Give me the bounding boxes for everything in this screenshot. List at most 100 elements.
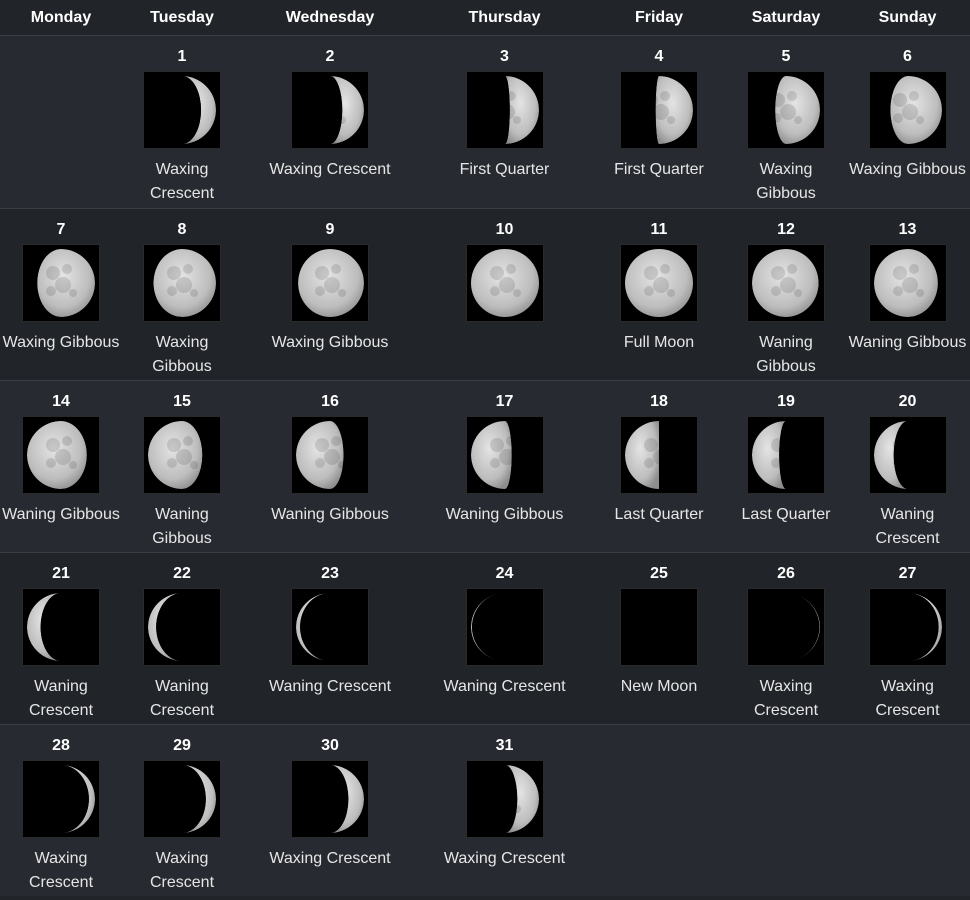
moon-lit-part [330,765,364,833]
day-cell-17: 17 Waning Gibbous [418,380,591,552]
day-cell-16: 16 Waning Gibbous [242,380,418,552]
moon-phase-image [143,760,221,838]
moon-lit-part [504,76,539,144]
moon-lit-part [27,593,61,661]
moon-phase-image [868,416,947,494]
moon-lit-part [182,765,216,833]
moon-icon [27,421,87,489]
day-number: 20 [898,393,917,410]
day-cell-27: 27 Waxing Crescent [845,552,970,724]
moon-lit-part [298,249,364,317]
day-number: 4 [654,48,664,65]
weekday-header-wednesday: Wednesday [242,0,418,36]
day-number: 25 [650,565,668,582]
moon-icon [470,421,512,489]
moon-lit-part [873,249,938,317]
moon-phase-label: Waning Crescent [443,678,566,695]
day-cell-9: 9 Waxing Gibbous [242,208,418,380]
moon-phase-label: Waning Gibbous [445,506,564,523]
moon-icon [148,593,182,661]
moon-icon [655,76,693,144]
day-number: 19 [777,393,795,410]
moon-icon [470,249,539,317]
day-number: 18 [650,393,668,410]
empty-day-cell [845,724,970,896]
moon-icon [330,765,364,833]
day-cell-8: 8 Waxing Gibbous [122,208,242,380]
moon-phase-image [22,244,100,322]
moon-icon [296,593,330,661]
moon-lit-part [786,593,820,661]
moon-phase-calendar: Monday Tuesday Wednesday Thursday Friday… [0,0,970,896]
moon-phase-label: Waning Crescent [875,506,940,547]
moon-icon [182,76,216,144]
day-cell-2: 2 Waxing Crescent [242,36,418,208]
moon-phase-label: Last Quarter [741,506,831,523]
moon-phase-image [868,71,947,149]
moon-lit-part [775,76,820,144]
moon-lit-part [148,421,203,489]
moon-phase-label: Waxing Gibbous [756,161,816,202]
moon-phase-image [22,760,100,838]
day-number: 7 [56,221,66,238]
moon-phase-label: Waning Gibbous [2,506,120,523]
empty-day-cell [0,36,122,208]
moon-phase-image [747,244,825,322]
moon-phase-image [291,244,369,322]
moon-phase-label: Waxing Crescent [443,850,566,867]
moon-phase-label: Waning Crescent [28,678,94,719]
moon-lit-part [470,421,512,489]
day-number: 17 [495,393,514,410]
day-number: 2 [325,48,335,65]
day-number: 1 [177,48,187,65]
day-cell-25: 25 New Moon [591,552,727,724]
moon-icon [786,593,820,661]
day-number: 21 [52,565,70,582]
moon-lit-part [61,765,95,833]
moon-phase-label: Waxing Crescent [269,850,391,867]
day-number: 9 [325,221,335,238]
moon-phase-image [143,588,221,666]
day-cell-30: 30 Waxing Crescent [242,724,418,896]
moon-phase-image [747,71,825,149]
day-cell-4: 4 First Quarter [591,36,727,208]
day-number: 6 [903,48,912,65]
moon-icon [625,249,693,317]
moon-phase-image [620,416,698,494]
empty-day-cell [591,724,727,896]
day-number: 15 [173,393,191,410]
moon-phase-image [143,416,221,494]
day-number: 27 [898,565,917,582]
moon-lit-part [153,249,216,317]
moon-icon [182,765,216,833]
weekday-header-thursday: Thursday [418,0,591,36]
day-number: 3 [500,48,509,65]
moon-lit-part [504,765,539,833]
moon-phase-label: Full Moon [623,334,695,351]
moon-phase-label: Waning Gibbous [756,334,816,375]
moon-icon [625,421,659,489]
moon-icon [61,765,95,833]
moon-lit-part [625,249,693,317]
moon-lit-part [907,593,942,661]
day-cell-28: 28 Waxing Crescent [0,724,122,896]
day-cell-10: 10 [418,208,591,380]
moon-phase-label: Waxing Gibbous [2,334,120,351]
moon-icon [621,589,697,665]
moon-phase-image [465,588,544,666]
day-number: 28 [52,737,70,754]
moon-phase-label: Waning Gibbous [271,506,389,523]
moon-lit-part [752,421,786,489]
day-cell-31: 31 Waxing Crescent [418,724,591,896]
moon-phase-label: First Quarter [459,161,550,178]
moon-icon [298,249,364,317]
moon-phase-image [747,416,825,494]
day-number: 22 [173,565,191,582]
day-cell-12: 12 Waning Gibbous [727,208,845,380]
day-cell-24: 24 Waning Crescent [418,552,591,724]
moon-phase-label: Waxing Crescent [875,678,940,719]
moon-phase-image [620,71,698,149]
moon-phase-image [465,244,544,322]
moon-lit-part [752,249,819,317]
day-number: 29 [173,737,191,754]
